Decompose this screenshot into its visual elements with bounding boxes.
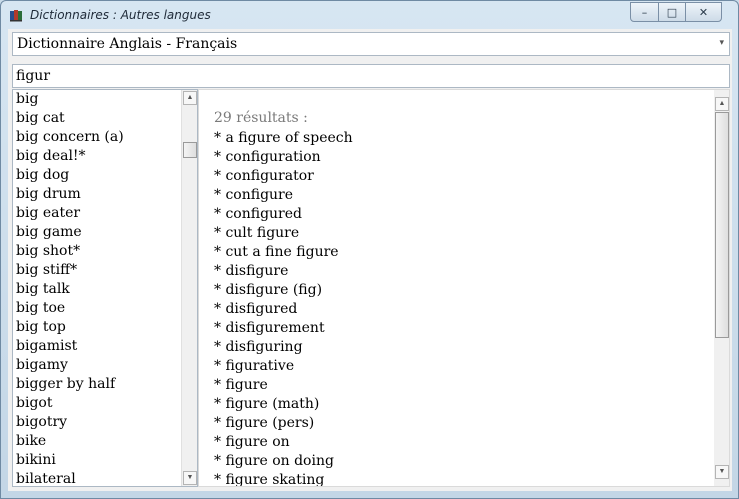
- minimize-icon: –: [641, 5, 648, 19]
- results-scrollbar[interactable]: ▲ ▼: [714, 90, 729, 486]
- result-item[interactable]: * cult figure: [214, 224, 353, 243]
- word-list-item[interactable]: big deal!*: [16, 147, 197, 166]
- word-list-item[interactable]: bilateral: [16, 470, 197, 486]
- scroll-thumb[interactable]: [715, 112, 729, 338]
- maximize-button[interactable]: □: [658, 2, 686, 22]
- dictionary-select[interactable]: Dictionnaire Anglais - Français ▾: [12, 32, 730, 56]
- result-item[interactable]: * disfigure (fig): [214, 281, 353, 300]
- result-item[interactable]: * figure (pers): [214, 414, 353, 433]
- word-list-item[interactable]: big game: [16, 223, 197, 242]
- word-list-item[interactable]: bike: [16, 432, 197, 451]
- result-item[interactable]: * cut a fine figure: [214, 243, 353, 262]
- chevron-down-icon[interactable]: ▾: [719, 38, 724, 48]
- result-item[interactable]: * configured: [214, 205, 353, 224]
- word-list-scrollbar[interactable]: ▲ ▼: [181, 90, 197, 486]
- word-list-item[interactable]: big stiff*: [16, 261, 197, 280]
- close-icon: ✕: [698, 5, 709, 19]
- word-list-item[interactable]: big talk: [16, 280, 197, 299]
- app-window: Dictionnaires : Autres langues – □ ✕ Dic…: [0, 0, 739, 499]
- word-list[interactable]: big big cat big concern (a) big deal!* big d…: [12, 89, 198, 487]
- result-item[interactable]: * configure: [214, 186, 353, 205]
- result-item[interactable]: * configurator: [214, 167, 353, 186]
- result-item[interactable]: * figure: [214, 376, 353, 395]
- word-list-item[interactable]: bigamist: [16, 337, 197, 356]
- word-list-item[interactable]: bigger by half: [16, 375, 197, 394]
- word-list-item[interactable]: big drum: [16, 185, 197, 204]
- result-item[interactable]: * a figure of speech: [214, 129, 353, 148]
- word-list-item[interactable]: bigot: [16, 394, 197, 413]
- word-list-item[interactable]: bigotry: [16, 413, 197, 432]
- result-item[interactable]: * disfigured: [214, 300, 353, 319]
- scroll-down-arrow-icon[interactable]: ▼: [183, 471, 197, 485]
- word-list-item[interactable]: big: [16, 90, 197, 109]
- result-item[interactable]: * figure skating: [214, 471, 353, 486]
- result-item[interactable]: * figure on doing: [214, 452, 353, 471]
- minimize-button[interactable]: –: [630, 2, 659, 22]
- dictionary-book-icon: [9, 8, 23, 22]
- result-item[interactable]: * disfigure: [214, 262, 353, 281]
- word-list-item[interactable]: big concern (a): [16, 128, 197, 147]
- result-item[interactable]: * configuration: [214, 148, 353, 167]
- word-list-item[interactable]: bikini: [16, 451, 197, 470]
- result-item[interactable]: * figure on: [214, 433, 353, 452]
- word-list-item[interactable]: bigamy: [16, 356, 197, 375]
- results-panel: 29 résultats : * a figure of speech * con…: [198, 89, 730, 487]
- result-count: 29 résultats :: [214, 110, 308, 126]
- scroll-down-arrow-icon[interactable]: ▼: [715, 465, 729, 479]
- close-button[interactable]: ✕: [685, 2, 722, 22]
- word-list-item[interactable]: big eater: [16, 204, 197, 223]
- title-bar[interactable]: Dictionnaires : Autres langues – □ ✕: [1, 1, 738, 29]
- result-item[interactable]: * disfigurement: [214, 319, 353, 338]
- word-list-item[interactable]: big dog: [16, 166, 197, 185]
- word-list-items: big big cat big concern (a) big deal!* big d…: [13, 90, 197, 486]
- client-area: Dictionnaire Anglais - Français ▾ figur …: [8, 29, 732, 491]
- word-list-item[interactable]: big shot*: [16, 242, 197, 261]
- search-input[interactable]: figur: [12, 64, 730, 88]
- window-title: Dictionnaires : Autres langues: [30, 8, 211, 22]
- results-list: * a figure of speech * configuration * con…: [214, 129, 353, 486]
- word-list-item[interactable]: big cat: [16, 109, 197, 128]
- word-list-item[interactable]: big toe: [16, 299, 197, 318]
- word-list-item[interactable]: big top: [16, 318, 197, 337]
- scroll-up-arrow-icon[interactable]: ▲: [715, 97, 729, 111]
- result-item[interactable]: * figurative: [214, 357, 353, 376]
- dictionary-select-value: Dictionnaire Anglais - Français: [17, 36, 238, 52]
- result-item[interactable]: * disfiguring: [214, 338, 353, 357]
- maximize-icon: □: [666, 5, 678, 19]
- result-item[interactable]: * figure (math): [214, 395, 353, 414]
- scroll-up-arrow-icon[interactable]: ▲: [183, 91, 197, 105]
- scroll-thumb[interactable]: [183, 142, 197, 158]
